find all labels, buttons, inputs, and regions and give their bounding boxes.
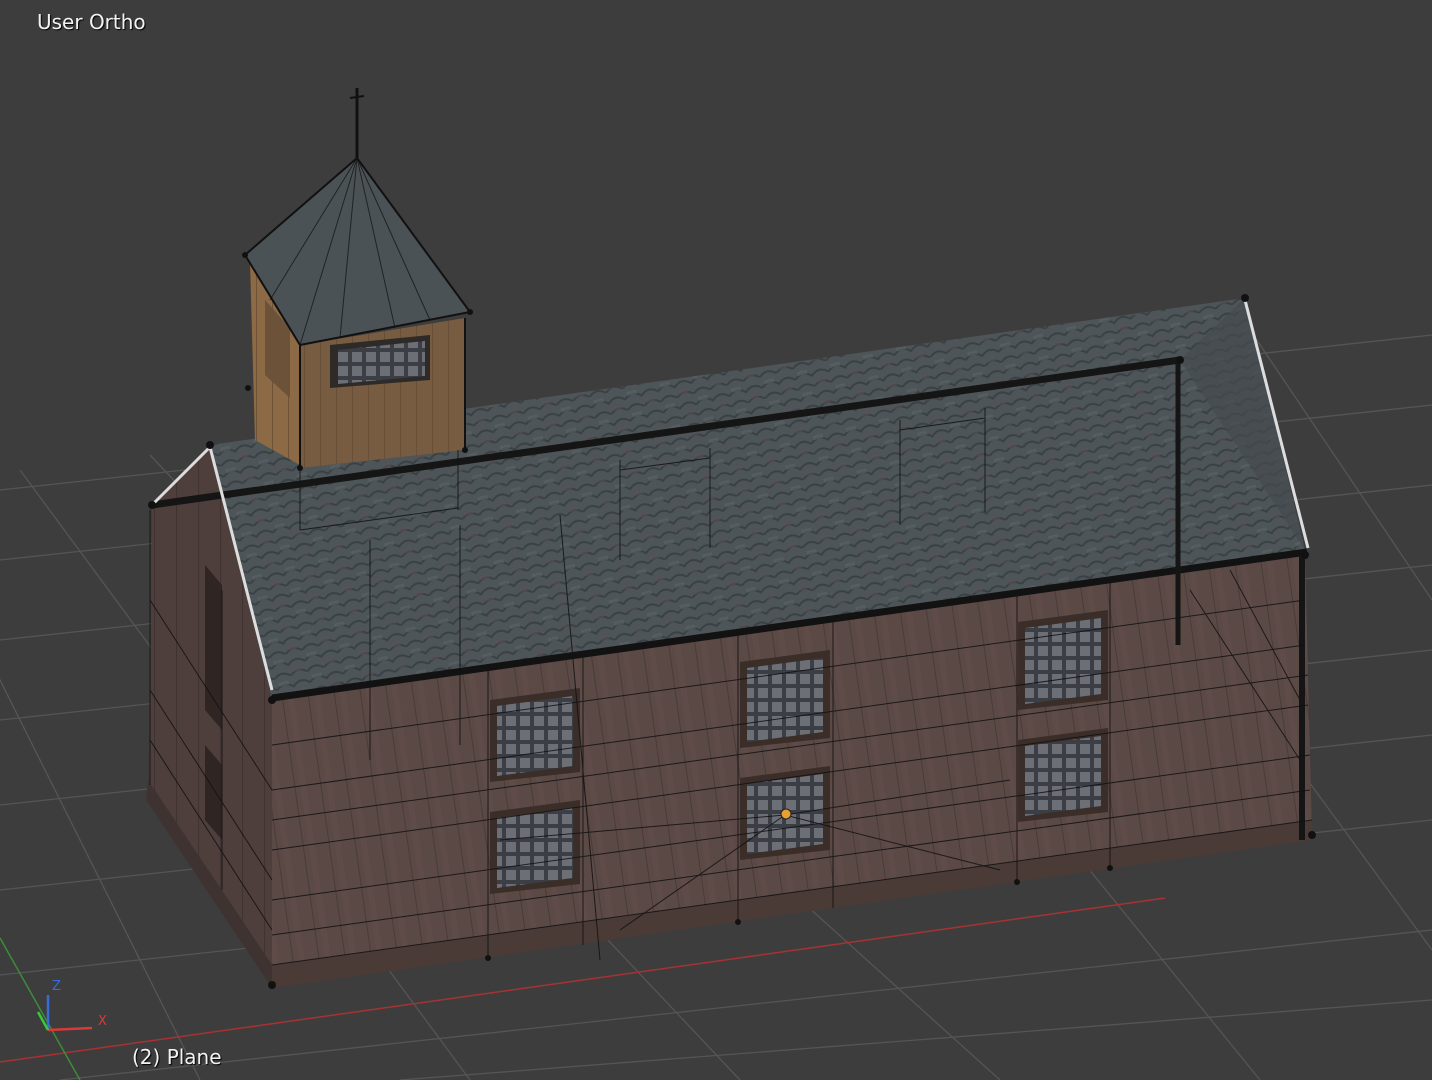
active-object-label: (2) Plane (132, 1045, 222, 1069)
axis-gizmo[interactable]: Z X (36, 979, 107, 1032)
y-axis-line (0, 937, 81, 1080)
axis-z-label: Z (52, 979, 61, 994)
3d-viewport[interactable]: Z X User Ortho (2) Plane (0, 0, 1432, 1080)
window (490, 800, 580, 894)
window (740, 650, 830, 748)
object-origin-marker (780, 808, 792, 820)
axis-x-label: X (98, 1014, 107, 1029)
window (1018, 728, 1108, 822)
building-model[interactable] (146, 88, 1316, 989)
view-mode-label: User Ortho (37, 10, 146, 34)
scene-canvas[interactable]: Z X (0, 0, 1432, 1080)
window (1018, 610, 1108, 710)
cupola (243, 88, 472, 468)
window (490, 688, 580, 782)
